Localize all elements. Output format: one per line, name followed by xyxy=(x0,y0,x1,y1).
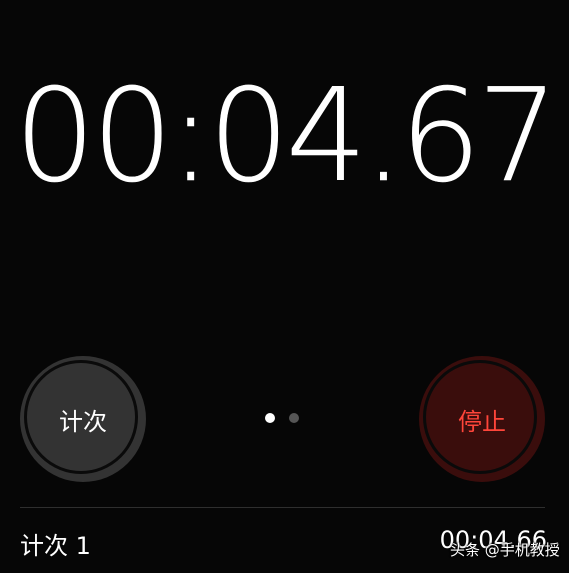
lap-name: 计次 1 xyxy=(20,532,91,560)
stop-button[interactable]: 停止 xyxy=(419,356,545,482)
lap-button[interactable]: 计次 xyxy=(20,356,146,482)
page-dot-active[interactable] xyxy=(265,413,275,423)
page-dot-inactive[interactable] xyxy=(289,413,299,423)
watermark-text: 头条 @手机教授 xyxy=(450,541,560,559)
stopwatch-screen: 00:04.67 计次 停止 计次 1 00:04.66 头条 @手机教授 xyxy=(0,0,569,573)
lap-list-divider xyxy=(20,507,545,508)
lap-button-label: 计次 xyxy=(59,407,107,436)
stop-button-label: 停止 xyxy=(458,407,506,436)
page-indicator[interactable] xyxy=(262,413,302,425)
elapsed-time-display: 00:04.67 xyxy=(14,62,559,212)
